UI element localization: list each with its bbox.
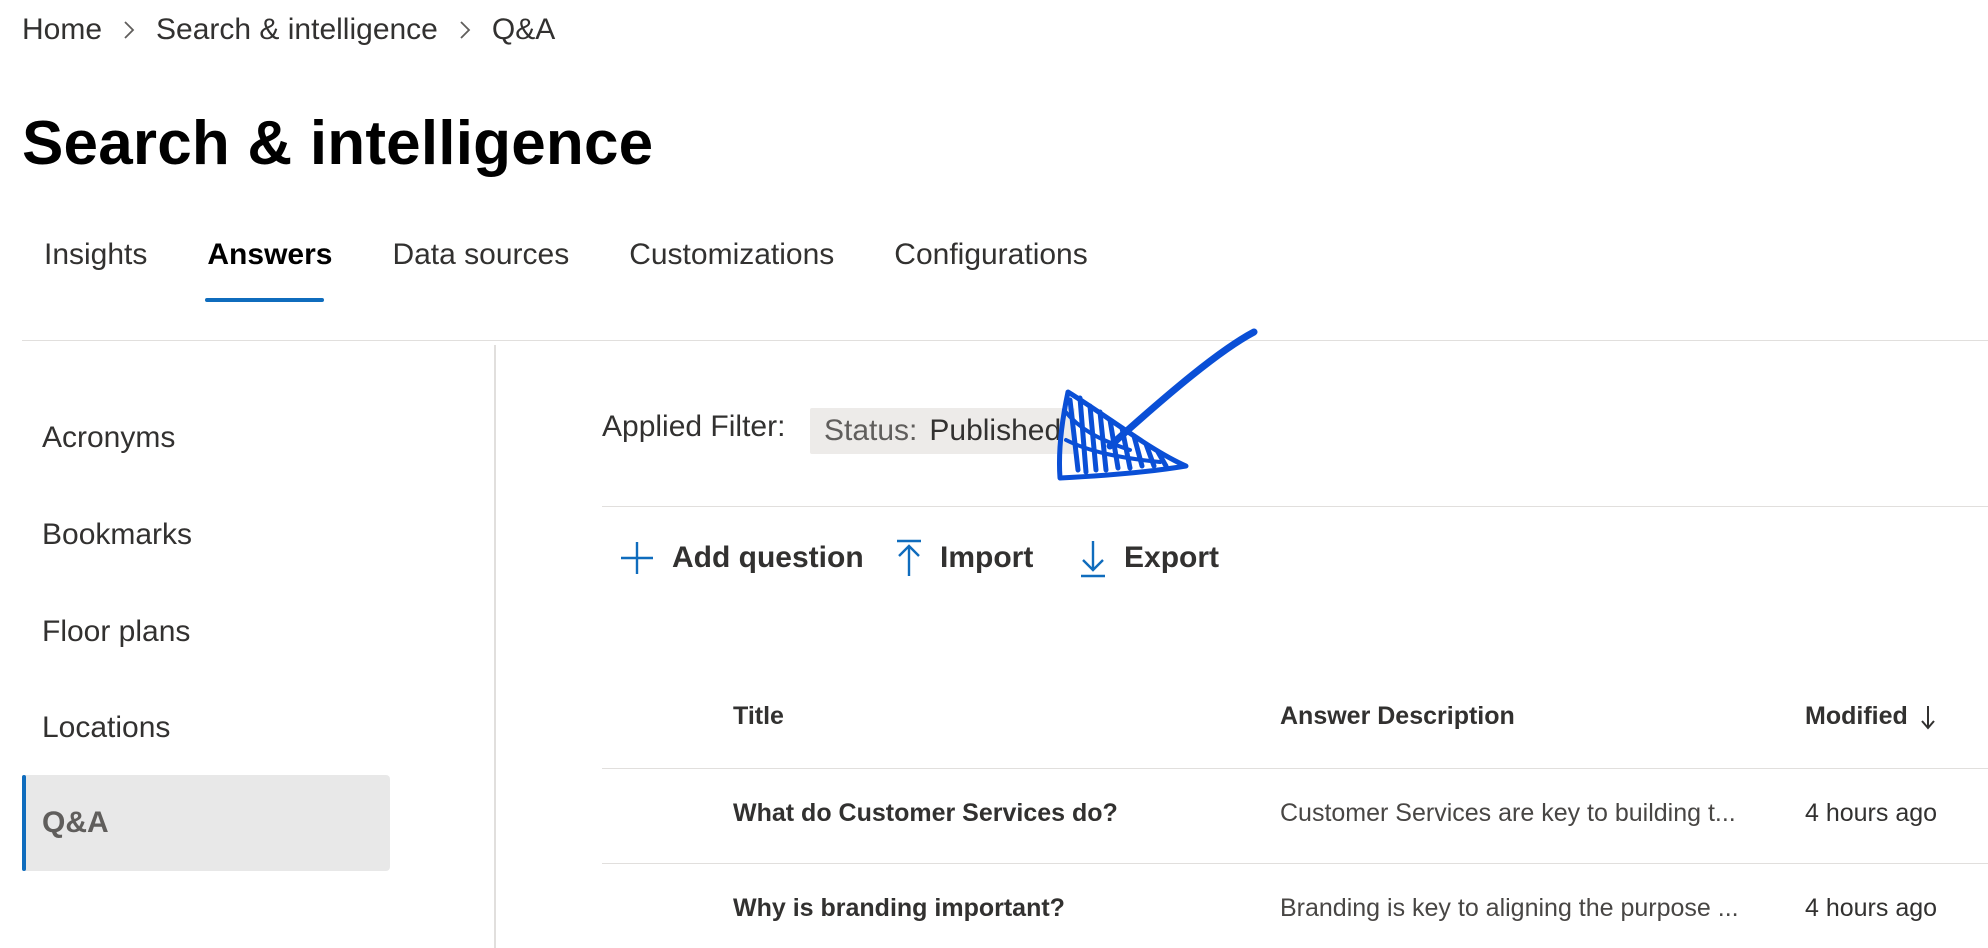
- tab-answers[interactable]: Answers: [185, 230, 354, 302]
- divider: [22, 340, 1988, 341]
- column-header-modified[interactable]: Modified: [1805, 702, 1936, 731]
- column-header-title[interactable]: Title: [733, 702, 784, 731]
- chevron-right-icon: [456, 10, 474, 50]
- sidebar-item-qa[interactable]: Q&A: [22, 775, 390, 871]
- row-modified: 4 hours ago: [1805, 799, 1938, 827]
- upload-icon: [897, 539, 921, 576]
- active-tab-indicator: [205, 298, 324, 302]
- tab-configurations[interactable]: Configurations: [872, 230, 1109, 302]
- download-icon: [1081, 541, 1105, 578]
- row-description: Customer Services are key to building t.…: [1280, 799, 1736, 827]
- divider: [602, 506, 1988, 507]
- column-header-description[interactable]: Answer Description: [1280, 702, 1515, 731]
- sidebar-item-acronyms[interactable]: Acronyms: [22, 390, 390, 486]
- row-title[interactable]: What do Customer Services do?: [733, 799, 1118, 828]
- column-header-label: Modified: [1805, 702, 1908, 730]
- tab-customizations[interactable]: Customizations: [607, 230, 856, 302]
- row-modified: 4 hours ago: [1805, 894, 1938, 922]
- add-question-label: Add question: [672, 541, 864, 574]
- breadcrumb-home[interactable]: Home: [22, 13, 102, 47]
- export-button[interactable]: Export: [1078, 528, 1219, 588]
- breadcrumb-qa[interactable]: Q&A: [492, 13, 555, 47]
- sidebar-item-label: Bookmarks: [42, 518, 193, 551]
- plus-icon: [621, 542, 653, 574]
- applied-filter-label: Applied Filter:: [602, 410, 786, 443]
- import-button[interactable]: Import: [894, 528, 1033, 588]
- sidebar-item-label: Locations: [42, 711, 171, 744]
- sidebar-item-label: Acronyms: [42, 421, 176, 454]
- import-label: Import: [940, 541, 1034, 574]
- sidebar-item-floor-plans[interactable]: Floor plans: [22, 584, 390, 680]
- sidebar-divider: [494, 345, 496, 948]
- add-question-button[interactable]: Add question: [618, 528, 864, 588]
- table-row[interactable]: Why is branding important? Branding is k…: [602, 864, 1988, 948]
- sidebar-item-locations[interactable]: Locations: [22, 680, 390, 776]
- sort-descending-icon: [1921, 705, 1935, 730]
- sidebar-item-label: Floor plans: [42, 615, 191, 648]
- sidebar-item-label: Q&A: [42, 806, 109, 839]
- row-title[interactable]: Why is branding important?: [733, 894, 1065, 923]
- export-label: Export: [1124, 541, 1220, 574]
- tab-data-sources[interactable]: Data sources: [370, 230, 591, 302]
- filter-key: Status:: [824, 414, 918, 447]
- status-filter-chip[interactable]: Status: Published: [810, 408, 1076, 454]
- breadcrumb-search-intelligence[interactable]: Search & intelligence: [156, 13, 438, 47]
- sidebar-item-bookmarks[interactable]: Bookmarks: [22, 487, 390, 583]
- page-title: Search & intelligence: [22, 109, 654, 178]
- table-row[interactable]: What do Customer Services do? Customer S…: [602, 769, 1988, 863]
- chevron-right-icon: [120, 10, 138, 50]
- tab-insights[interactable]: Insights: [22, 230, 169, 302]
- breadcrumb: Home Search & intelligence Q&A: [22, 10, 555, 50]
- row-description: Branding is key to aligning the purpose …: [1280, 894, 1739, 922]
- tab-bar: Insights Answers Data sources Customizat…: [22, 230, 1110, 310]
- annotation-arrow: [1056, 328, 1258, 481]
